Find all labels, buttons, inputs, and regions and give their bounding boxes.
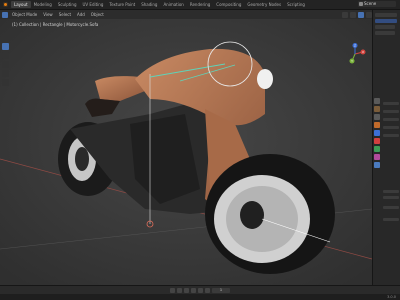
axis-gizmo[interactable]: X Y Z xyxy=(344,43,366,65)
prev-keyframe-icon[interactable] xyxy=(177,288,182,293)
property-field[interactable] xyxy=(383,110,399,113)
outliner-row[interactable] xyxy=(375,25,395,29)
move-tool-icon[interactable] xyxy=(2,61,9,68)
shading-wire-icon[interactable] xyxy=(342,11,348,18)
top-bar: Layout Modeling Sculpting UV Editing Texture… xyxy=(0,0,400,10)
scene-name: Scene xyxy=(364,1,377,6)
property-field[interactable] xyxy=(383,196,399,199)
workspace-tab-layout[interactable]: Layout xyxy=(11,1,31,8)
workspace-tab-scripting[interactable]: Scripting xyxy=(284,1,308,8)
jump-start-icon[interactable] xyxy=(170,288,175,293)
property-field[interactable] xyxy=(383,126,399,129)
jump-end-icon[interactable] xyxy=(205,288,210,293)
workspace-tab-compositing[interactable]: Compositing xyxy=(213,1,244,8)
rotate-tool-icon[interactable] xyxy=(2,70,9,77)
workspace-tab-uv-editing[interactable]: UV Editing xyxy=(80,1,107,8)
current-frame-field[interactable]: 1 xyxy=(212,288,230,293)
world-properties-icon[interactable] xyxy=(374,162,380,168)
svg-text:Y: Y xyxy=(351,59,353,63)
material-properties-icon[interactable] xyxy=(374,154,380,160)
blender-logo-icon[interactable] xyxy=(3,2,8,7)
render-properties-icon[interactable] xyxy=(374,106,380,112)
status-bar: 3.0.0 xyxy=(0,294,400,300)
scale-tool-icon[interactable] xyxy=(2,79,9,86)
property-field[interactable] xyxy=(383,218,399,221)
property-field[interactable] xyxy=(383,102,399,105)
mode-selector[interactable]: Object Mode xyxy=(10,12,39,17)
property-field[interactable] xyxy=(383,190,399,193)
property-field[interactable] xyxy=(383,206,399,209)
play-reverse-icon[interactable] xyxy=(184,288,189,293)
scene-icon xyxy=(359,2,363,6)
3d-viewport[interactable]: (1) Collection | Rectangle | Motorcycle.… xyxy=(0,19,372,285)
menu-view[interactable]: View xyxy=(41,12,55,17)
svg-text:Z: Z xyxy=(354,44,356,48)
outliner-row[interactable] xyxy=(375,31,395,35)
outliner-row-selected[interactable] xyxy=(375,19,397,23)
workspace-tab-geometry-nodes[interactable]: Geometry Nodes xyxy=(244,1,284,8)
shading-material-icon[interactable] xyxy=(358,11,364,18)
object-properties-icon[interactable] xyxy=(374,122,380,128)
svg-text:X: X xyxy=(362,50,364,54)
menu-add[interactable]: Add xyxy=(75,12,87,17)
editor-type-icon[interactable] xyxy=(2,11,8,18)
shading-solid-icon[interactable] xyxy=(350,11,356,18)
output-properties-icon[interactable] xyxy=(374,114,380,120)
right-panel xyxy=(372,10,400,285)
front-wheel xyxy=(205,154,335,274)
scene-selector[interactable]: Scene xyxy=(358,1,396,7)
tool-properties-icon[interactable] xyxy=(374,98,380,104)
workspace-tab-sculpting[interactable]: Sculpting xyxy=(55,1,80,8)
version-label: 3.0.0 xyxy=(387,295,396,299)
workspace-tabs: Layout Modeling Sculpting UV Editing Texture… xyxy=(11,1,308,8)
property-field[interactable] xyxy=(383,118,399,121)
particles-icon[interactable] xyxy=(374,138,380,144)
workspace-tab-texture-paint[interactable]: Texture Paint xyxy=(106,1,138,8)
select-tool-icon[interactable] xyxy=(2,43,9,50)
workspace-tab-shading[interactable]: Shading xyxy=(138,1,160,8)
physics-icon[interactable] xyxy=(374,146,380,152)
workspace-tab-animation[interactable]: Animation xyxy=(160,1,186,8)
modifier-properties-icon[interactable] xyxy=(374,130,380,136)
next-keyframe-icon[interactable] xyxy=(198,288,203,293)
outliner-row[interactable] xyxy=(375,13,397,17)
workspace-tab-rendering[interactable]: Rendering xyxy=(187,1,213,8)
play-icon[interactable] xyxy=(191,288,196,293)
property-field[interactable] xyxy=(383,134,399,137)
headlight xyxy=(257,69,273,89)
cursor-tool-icon[interactable] xyxy=(2,52,9,59)
workspace-tab-modeling[interactable]: Modeling xyxy=(31,1,55,8)
menu-object[interactable]: Object xyxy=(89,12,106,17)
viewport-header: Object Mode View Select Add Object xyxy=(0,10,372,19)
left-toolbar xyxy=(2,43,9,86)
scene-render xyxy=(0,19,372,285)
menu-select[interactable]: Select xyxy=(57,12,73,17)
viewport-info-text: (1) Collection | Rectangle | Motorcycle.… xyxy=(12,22,99,27)
